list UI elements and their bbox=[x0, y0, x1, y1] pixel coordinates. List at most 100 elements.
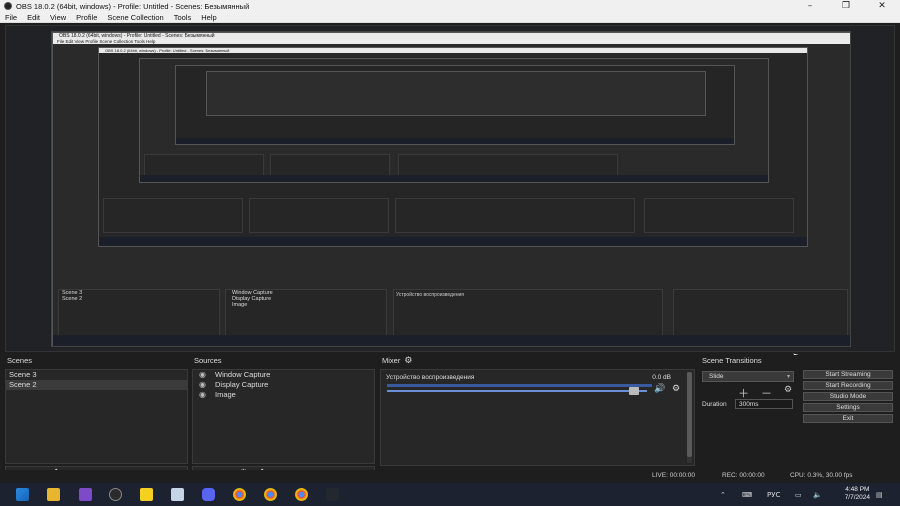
minimize-button[interactable]: – bbox=[792, 1, 828, 11]
nested-mixer-channel: Устройство воспроизведения bbox=[396, 292, 465, 298]
scene-item-scene-3[interactable]: Scene 3 bbox=[6, 370, 187, 380]
sources-dock: Sources ◉ Window Capture ◉ Display Capture… bbox=[192, 355, 375, 481]
nested-scene-item: Scene 2 bbox=[62, 296, 83, 302]
transition-select[interactable]: Slide ▾ bbox=[702, 371, 794, 382]
volume-slider-handle[interactable] bbox=[629, 387, 639, 395]
menu-tools[interactable]: Tools bbox=[174, 13, 192, 22]
exit-button[interactable]: Exit bbox=[803, 414, 893, 423]
menu-help[interactable]: Help bbox=[201, 13, 216, 22]
live-status: LIVE: 00:00:00 bbox=[652, 472, 696, 479]
start-streaming-button[interactable]: Start Streaming bbox=[803, 370, 893, 379]
studio-mode-button[interactable]: Studio Mode bbox=[803, 392, 893, 401]
mixer-title: Mixer bbox=[382, 356, 401, 365]
maximize-button[interactable]: ❐ bbox=[828, 1, 864, 11]
source-label: Image bbox=[215, 390, 236, 399]
nested-taskbar-4 bbox=[176, 138, 734, 144]
visibility-eye-icon[interactable]: ◉ bbox=[199, 370, 209, 380]
status-bar: LIVE: 00:00:00 REC: 00:00:00 CPU: 0.3%, … bbox=[0, 470, 900, 482]
nested-obs-window-5 bbox=[206, 71, 706, 116]
preview-canvas[interactable]: OBS 18.0.2 (64bit, windows) - Profile: U… bbox=[5, 25, 895, 361]
taskbar-clock[interactable]: 4:48 PM 7/7/2024 bbox=[845, 486, 870, 502]
menu-profile[interactable]: Profile bbox=[76, 13, 97, 22]
clock-time: 4:48 PM bbox=[845, 486, 870, 493]
controls-dock: Start Streaming Start Recording Studio M… bbox=[803, 355, 895, 480]
chrome-icon[interactable] bbox=[233, 488, 246, 501]
nested-obs-window-4 bbox=[175, 65, 735, 145]
chrome-icon[interactable] bbox=[264, 488, 277, 501]
menu-edit[interactable]: Edit bbox=[27, 13, 40, 22]
source-label: Display Capture bbox=[215, 380, 269, 389]
nested-menu: File Edit View Profile Scene Collection … bbox=[53, 39, 850, 44]
scenes-list[interactable]: Scene 3 Scene 2 bbox=[5, 369, 188, 464]
sources-list[interactable]: ◉ Window Capture ◉ Display Capture ◉ Image bbox=[192, 369, 375, 464]
volume-icon[interactable]: 🔈 bbox=[813, 483, 822, 506]
nested-taskbar-2 bbox=[99, 237, 807, 246]
nested-mixer-dock-2 bbox=[395, 198, 635, 233]
nested-taskbar-3 bbox=[140, 175, 768, 182]
menu-view[interactable]: View bbox=[50, 13, 66, 22]
settings-button[interactable]: Settings bbox=[803, 403, 893, 412]
notification-icon[interactable]: ▤ bbox=[876, 483, 883, 506]
scene-item-scene-2[interactable]: Scene 2 bbox=[6, 380, 187, 390]
nested-source-item: Image bbox=[232, 302, 248, 308]
rec-status: REC: 00:00:00 bbox=[722, 472, 765, 479]
nested-obs-window-3 bbox=[139, 58, 769, 183]
duration-label: Duration bbox=[702, 401, 727, 408]
channel-gear-icon[interactable]: ⚙ bbox=[672, 384, 680, 394]
mixer-channel-level: 0.0 dB bbox=[652, 374, 671, 381]
audio-level-meter bbox=[387, 384, 652, 387]
mixer-body: Устройство воспроизведения 0.0 dB 🔊 ⚙ bbox=[380, 369, 695, 466]
mixer-scrollbar-thumb[interactable] bbox=[687, 372, 692, 457]
menu-file[interactable]: File bbox=[5, 13, 17, 22]
clock-date: 7/7/2024 bbox=[844, 494, 870, 501]
source-item-window-capture[interactable]: ◉ Window Capture bbox=[193, 370, 374, 380]
nested-sources-dock-2 bbox=[249, 198, 389, 233]
nested-obs-window: OBS 18.0.2 (64bit, windows) - Profile: U… bbox=[52, 32, 850, 346]
transitions-title: Scene Transitions bbox=[702, 356, 762, 365]
mixer-gear-icon[interactable]: ⚙ bbox=[404, 355, 412, 367]
menu-scene-collection[interactable]: Scene Collection bbox=[107, 13, 163, 22]
close-button[interactable]: ✕ bbox=[864, 1, 900, 11]
mixer-channel-row: Устройство воспроизведения 0.0 dB 🔊 ⚙ bbox=[384, 372, 691, 396]
app-icon[interactable] bbox=[171, 488, 184, 501]
nested-taskbar bbox=[53, 335, 850, 346]
nested-mixer-dock-3 bbox=[398, 154, 618, 176]
mixer-title-row: Mixer ⚙ bbox=[382, 355, 412, 367]
mixer-scrollbar[interactable] bbox=[687, 372, 692, 463]
chrome-icon[interactable] bbox=[295, 488, 308, 501]
transitions-body: Slide ▾ ＋ － ⚙ Duration 300ms bbox=[700, 369, 798, 464]
obs-logo-icon bbox=[4, 2, 12, 10]
discord-icon[interactable] bbox=[202, 488, 215, 501]
sticky-notes-icon[interactable] bbox=[140, 488, 153, 501]
source-label: Window Capture bbox=[215, 370, 271, 379]
shield-icon[interactable] bbox=[326, 488, 339, 501]
window-titlebar: OBS 18.0.2 (64bit, windows) - Profile: U… bbox=[0, 0, 900, 12]
visibility-eye-icon[interactable]: ◉ bbox=[199, 390, 209, 400]
visual-studio-icon[interactable] bbox=[79, 488, 92, 501]
sources-title: Sources bbox=[194, 356, 222, 365]
language-indicator[interactable]: РУС bbox=[767, 483, 780, 506]
tray-overflow-chevron-icon[interactable]: ⌃ bbox=[720, 483, 726, 506]
windows-start-icon[interactable] bbox=[16, 488, 29, 501]
obs-taskbar-icon[interactable] bbox=[109, 488, 122, 501]
network-icon[interactable]: ▭ bbox=[795, 483, 802, 506]
volume-slider[interactable] bbox=[387, 390, 647, 392]
scenes-title: Scenes bbox=[7, 356, 33, 365]
duration-input[interactable]: 300ms bbox=[735, 399, 793, 409]
transition-selected-label: Slide bbox=[709, 373, 724, 380]
start-recording-button[interactable]: Start Recording bbox=[803, 381, 893, 390]
nested-sources-dock-3 bbox=[270, 154, 390, 176]
menu-bar: File Edit View Profile Scene Collection … bbox=[0, 12, 900, 23]
speaker-icon[interactable]: 🔊 bbox=[654, 384, 665, 394]
visibility-eye-icon[interactable]: ◉ bbox=[199, 380, 209, 390]
nested-transitions-dock-2 bbox=[644, 198, 794, 233]
nested-scenes-dock-3 bbox=[144, 154, 264, 176]
transitions-dock: Scene Transitions Slide ▾ ＋ － ⚙ Duration… bbox=[700, 355, 798, 480]
chevron-down-icon: ▾ bbox=[786, 374, 790, 380]
source-item-display-capture[interactable]: ◉ Display Capture bbox=[193, 380, 374, 390]
docks-area: Scenes Scene 3 Scene 2 ＋ － ⌃ ⌄ Sources ◉… bbox=[0, 355, 900, 483]
file-explorer-icon[interactable] bbox=[47, 488, 60, 501]
keyboard-icon[interactable]: ⌨ bbox=[742, 483, 752, 506]
source-item-image[interactable]: ◉ Image bbox=[193, 390, 374, 400]
cpu-status: CPU: 0.3%, 30.00 fps bbox=[790, 472, 853, 479]
